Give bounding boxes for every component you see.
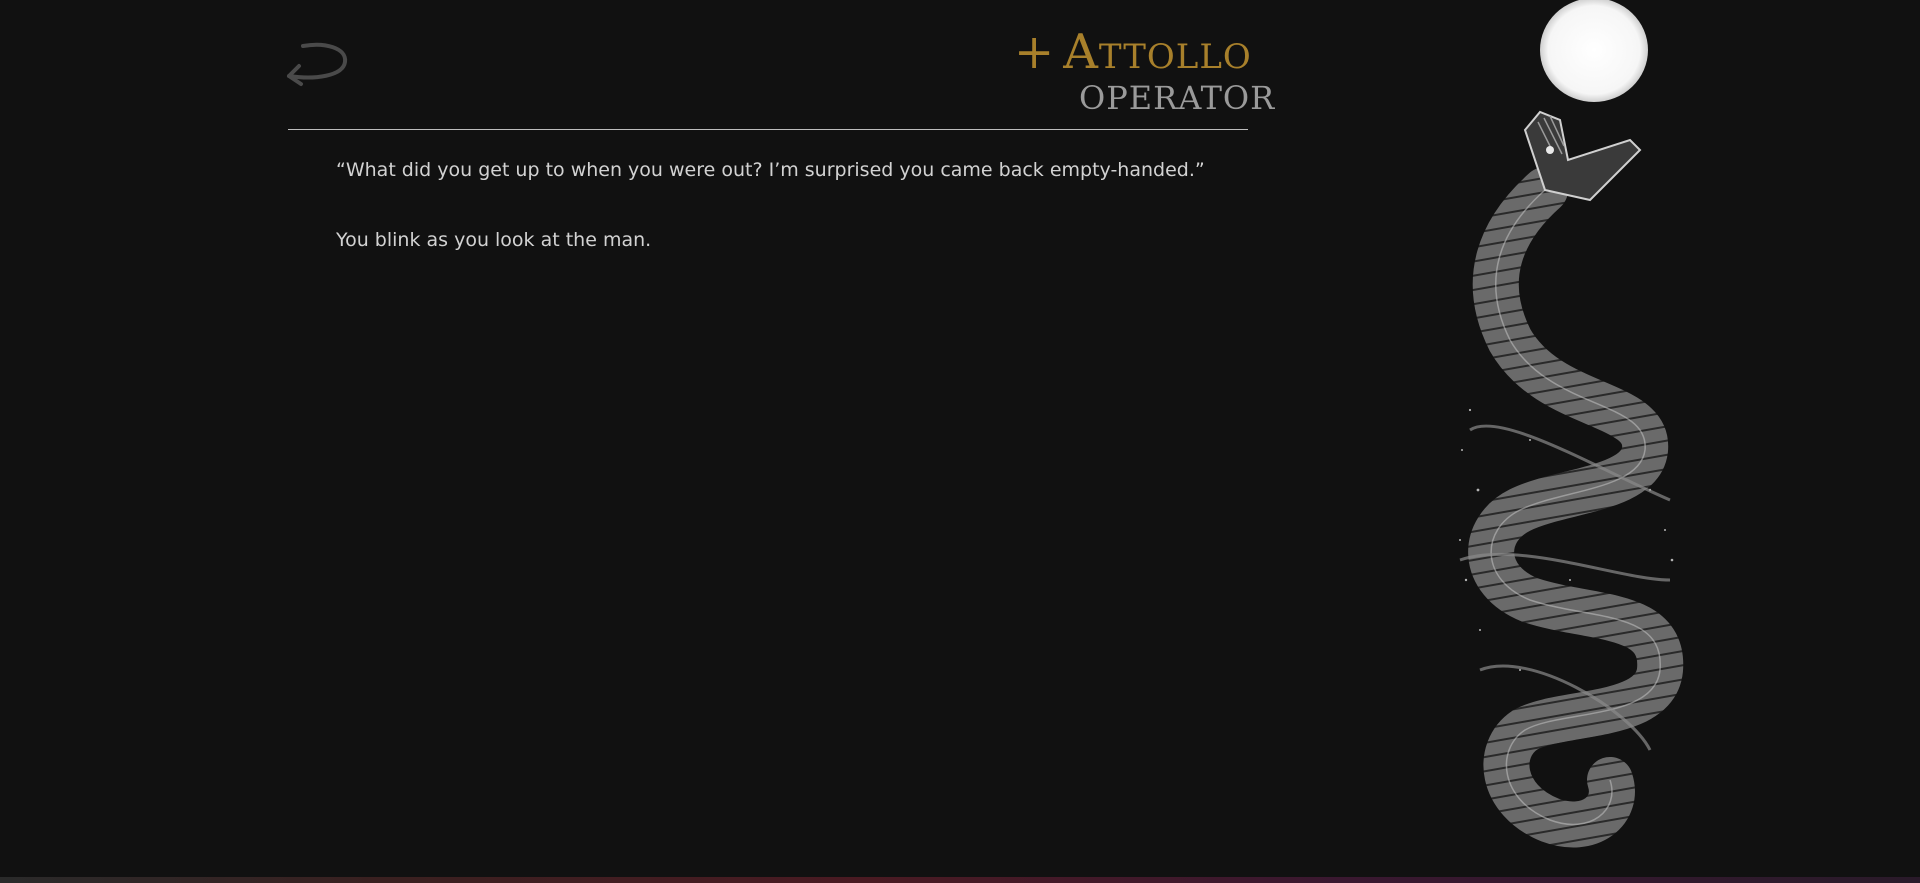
header-divider [288,129,1248,130]
bottom-bar [0,877,1920,883]
serpent-illustration [1459,110,1684,848]
title-block: + Attollo OPERATOR [1000,22,1300,122]
title-prefix: + [1014,24,1056,80]
game-title: + Attollo [1014,22,1252,82]
return-arrow-icon [287,42,348,86]
moon-icon [1540,0,1648,102]
story-text: “What did you get up to when you were ou… [336,156,1236,296]
back-button[interactable] [285,38,349,88]
story-paragraph: “What did you get up to when you were ou… [336,159,1205,181]
story-paragraph: You blink as you look at the man. [336,229,652,251]
page-subtitle: OPERATOR [1079,79,1276,117]
title-text: Attollo [1063,24,1252,80]
